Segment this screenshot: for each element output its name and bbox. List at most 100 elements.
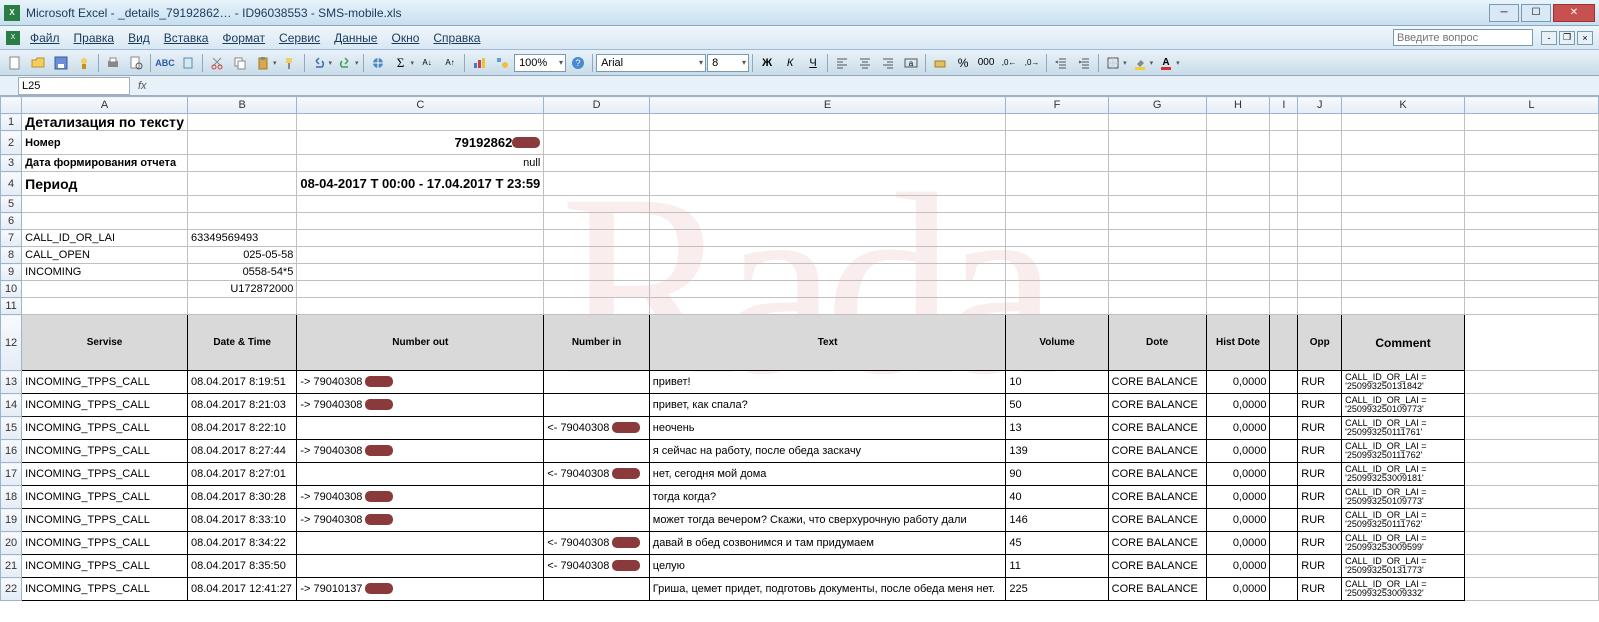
merge-center-icon[interactable]: a bbox=[900, 52, 922, 74]
cell[interactable] bbox=[1342, 298, 1465, 315]
cell[interactable] bbox=[1298, 131, 1342, 155]
cell[interactable] bbox=[1270, 532, 1298, 555]
paste-icon[interactable] bbox=[252, 52, 274, 74]
cell[interactable] bbox=[1270, 578, 1298, 601]
cell[interactable]: 08.04.2017 8:27:01 bbox=[188, 463, 297, 486]
cell[interactable]: 0,0000 bbox=[1206, 417, 1270, 440]
cell[interactable] bbox=[297, 417, 544, 440]
cell[interactable]: Период bbox=[22, 172, 188, 196]
print-preview-icon[interactable] bbox=[125, 52, 147, 74]
cell[interactable] bbox=[297, 532, 544, 555]
cell[interactable] bbox=[649, 298, 1006, 315]
cell[interactable]: Номер bbox=[22, 131, 188, 155]
row-header[interactable]: 9 bbox=[1, 264, 22, 281]
cell[interactable]: <- 79040308 bbox=[544, 555, 650, 578]
cell[interactable] bbox=[1108, 230, 1206, 247]
research-icon[interactable] bbox=[177, 52, 199, 74]
cell[interactable] bbox=[1464, 532, 1598, 555]
table-header[interactable]: Opp bbox=[1298, 315, 1342, 371]
cell[interactable]: -> 79040308 bbox=[297, 509, 544, 532]
col-header[interactable]: E bbox=[649, 97, 1006, 114]
permission-icon[interactable] bbox=[73, 52, 95, 74]
cell[interactable] bbox=[188, 298, 297, 315]
cell[interactable] bbox=[1206, 247, 1270, 264]
menu-tools[interactable]: Сервис bbox=[273, 29, 326, 47]
undo-icon[interactable] bbox=[308, 52, 330, 74]
decrease-decimal-icon[interactable]: ,0→ bbox=[1021, 52, 1043, 74]
cell[interactable] bbox=[1270, 440, 1298, 463]
cell[interactable] bbox=[1108, 281, 1206, 298]
cell[interactable]: 08-04-2017 T 00:00 - 17.04.2017 T 23:59 bbox=[297, 172, 544, 196]
row-header[interactable]: 10 bbox=[1, 281, 22, 298]
cell[interactable]: INCOMING_TPPS_CALL bbox=[22, 578, 188, 601]
cell[interactable] bbox=[1342, 131, 1465, 155]
cell[interactable] bbox=[297, 298, 544, 315]
cell[interactable] bbox=[1006, 298, 1108, 315]
cell[interactable] bbox=[1342, 281, 1465, 298]
cell[interactable] bbox=[297, 213, 544, 230]
cell[interactable]: RUR bbox=[1298, 417, 1342, 440]
cell[interactable]: INCOMING bbox=[22, 264, 188, 281]
table-row[interactable]: 20INCOMING_TPPS_CALL08.04.2017 8:34:22<-… bbox=[1, 532, 1599, 555]
cell[interactable] bbox=[649, 172, 1006, 196]
font-color-icon[interactable]: A bbox=[1155, 52, 1177, 74]
cell[interactable] bbox=[1006, 230, 1108, 247]
cell[interactable] bbox=[1298, 264, 1342, 281]
cell[interactable]: -> 79040308 bbox=[297, 394, 544, 417]
cell[interactable]: RUR bbox=[1298, 486, 1342, 509]
cell[interactable] bbox=[649, 264, 1006, 281]
table-header[interactable]: Servise bbox=[22, 315, 188, 371]
row-header[interactable]: 5 bbox=[1, 196, 22, 213]
cell[interactable] bbox=[1206, 131, 1270, 155]
row-header[interactable]: 7 bbox=[1, 230, 22, 247]
cell[interactable]: INCOMING_TPPS_CALL bbox=[22, 532, 188, 555]
cell[interactable] bbox=[649, 230, 1006, 247]
cell[interactable] bbox=[544, 131, 650, 155]
cell[interactable]: 08.04.2017 8:22:10 bbox=[188, 417, 297, 440]
row-header[interactable]: 18 bbox=[1, 486, 22, 509]
cell[interactable]: CORE BALANCE bbox=[1108, 509, 1206, 532]
menu-format[interactable]: Формат bbox=[216, 29, 271, 47]
cell[interactable]: 63349569493 bbox=[188, 230, 297, 247]
cell[interactable] bbox=[1006, 213, 1108, 230]
cell[interactable]: CALL_ID_OR_LAI bbox=[22, 230, 188, 247]
cell[interactable]: 79192862 bbox=[297, 131, 544, 155]
cell[interactable] bbox=[1270, 555, 1298, 578]
cell[interactable] bbox=[1298, 196, 1342, 213]
cell[interactable]: 90 bbox=[1006, 463, 1108, 486]
cell[interactable]: INCOMING_TPPS_CALL bbox=[22, 463, 188, 486]
row-header[interactable]: 19 bbox=[1, 509, 22, 532]
sort-asc-icon[interactable]: A↓ bbox=[416, 52, 438, 74]
cell[interactable] bbox=[1298, 298, 1342, 315]
cell[interactable] bbox=[544, 213, 650, 230]
font-combo[interactable]: Arial bbox=[596, 54, 706, 72]
cell[interactable]: может тогда вечером? Скажи, что сверхуро… bbox=[649, 509, 1006, 532]
mdi-restore-button[interactable]: ❐ bbox=[1559, 31, 1575, 45]
cell[interactable] bbox=[1342, 114, 1465, 131]
comma-icon[interactable]: 000 bbox=[975, 52, 997, 74]
cell[interactable] bbox=[1108, 196, 1206, 213]
cell[interactable]: RUR bbox=[1298, 440, 1342, 463]
cell[interactable]: 11 bbox=[1006, 555, 1108, 578]
cell[interactable]: CALL_ID_OR_LAI = '250993250111762' bbox=[1342, 509, 1465, 532]
cell[interactable]: 08.04.2017 8:33:10 bbox=[188, 509, 297, 532]
cell[interactable]: RUR bbox=[1298, 371, 1342, 394]
cell[interactable]: 146 bbox=[1006, 509, 1108, 532]
table-header[interactable]: Text bbox=[649, 315, 1006, 371]
cell[interactable]: 08.04.2017 8:35:50 bbox=[188, 555, 297, 578]
cell[interactable] bbox=[1206, 230, 1270, 247]
col-header[interactable]: B bbox=[188, 97, 297, 114]
cell[interactable]: Детализация по тексту bbox=[22, 114, 188, 131]
cell[interactable] bbox=[1464, 555, 1598, 578]
cell[interactable] bbox=[188, 213, 297, 230]
table-row[interactable]: 13INCOMING_TPPS_CALL08.04.2017 8:19:51->… bbox=[1, 371, 1599, 394]
row-header[interactable]: 13 bbox=[1, 371, 22, 394]
cell[interactable] bbox=[1006, 155, 1108, 172]
cell[interactable] bbox=[1464, 247, 1598, 264]
menu-file[interactable]: Файл bbox=[24, 29, 66, 47]
cell[interactable] bbox=[1342, 196, 1465, 213]
format-painter-icon[interactable] bbox=[279, 52, 301, 74]
cell[interactable] bbox=[1108, 155, 1206, 172]
cell[interactable] bbox=[1464, 131, 1598, 155]
close-button[interactable]: ✕ bbox=[1553, 4, 1595, 22]
